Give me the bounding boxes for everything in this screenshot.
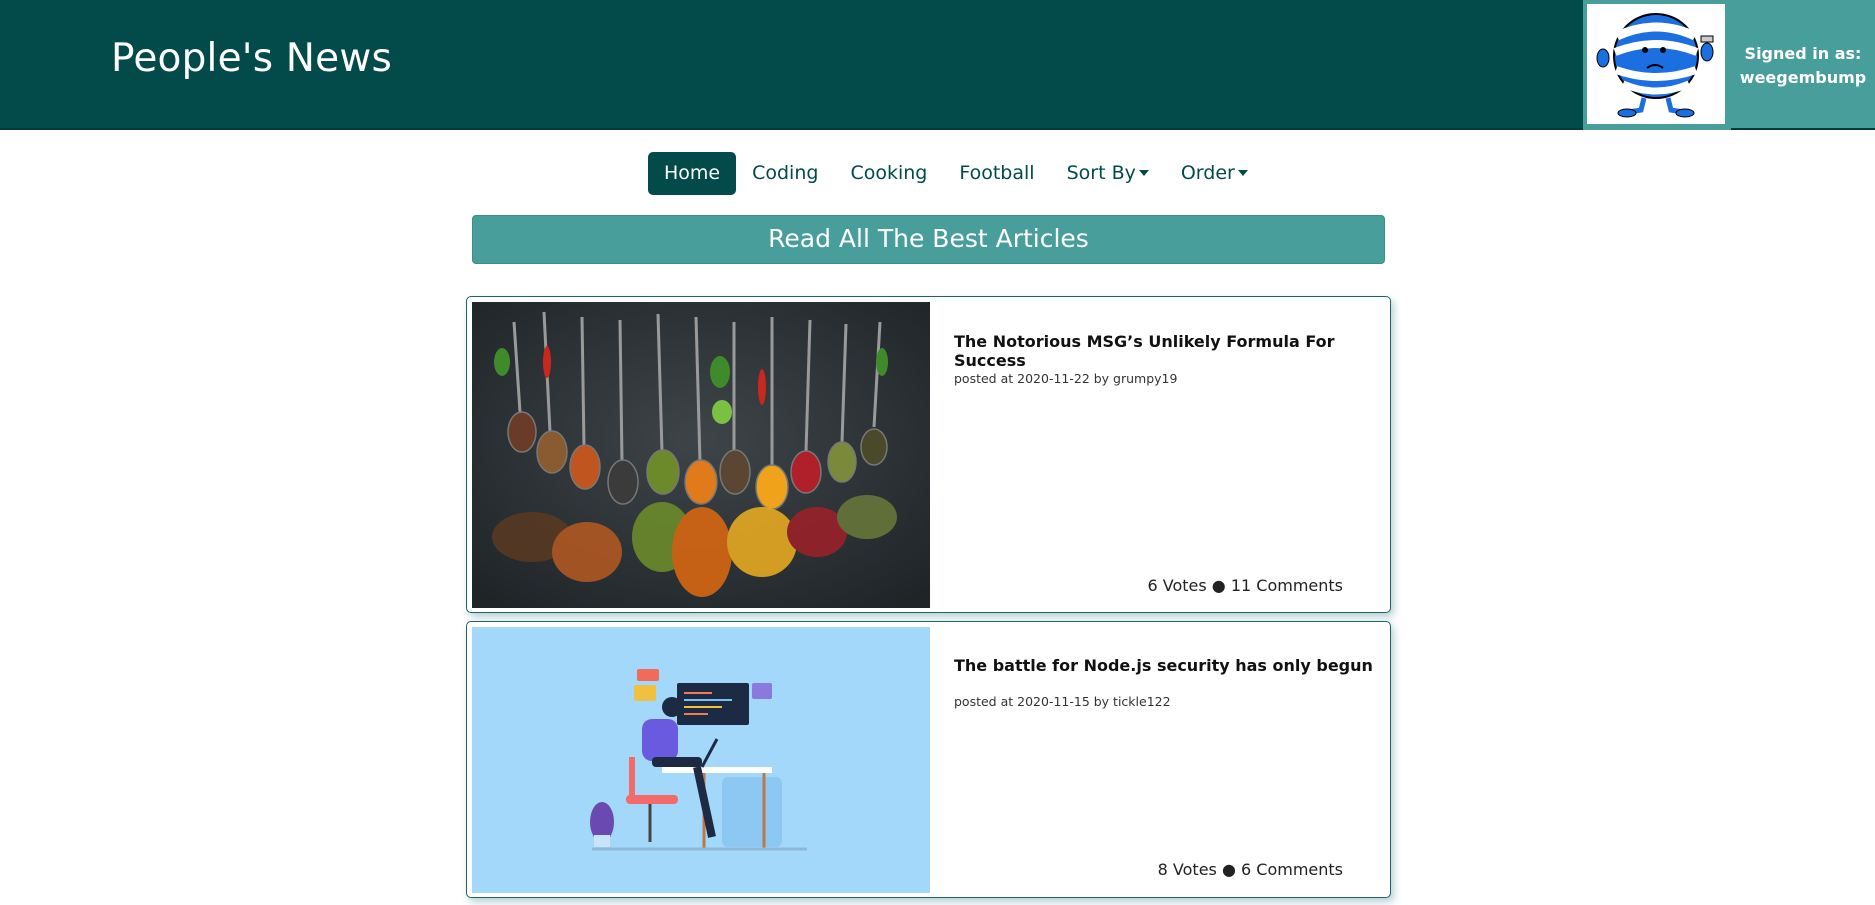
sort-by-dropdown[interactable]: Sort By [1051, 152, 1165, 195]
order-label: Order [1180, 162, 1235, 184]
user-avatar[interactable] [1587, 4, 1725, 124]
article-stats: 6 Votes ● 11 Comments [1147, 576, 1343, 595]
nav-football[interactable]: Football [943, 152, 1050, 195]
nav-home[interactable]: Home [648, 152, 737, 195]
signed-in-username[interactable]: weegembump [1731, 66, 1875, 90]
article-meta: posted at 2020-11-22 by grumpy19 [954, 371, 1178, 386]
article-stats: 8 Votes ● 6 Comments [1157, 860, 1343, 879]
order-dropdown[interactable]: Order [1165, 152, 1264, 195]
nav-cooking[interactable]: Cooking [834, 152, 943, 195]
article-image-spices[interactable] [472, 302, 930, 608]
sort-by-label: Sort By [1066, 162, 1136, 184]
signed-in-panel: Signed in as: weegembump [1731, 0, 1875, 128]
caret-down-icon [1138, 170, 1149, 176]
page-banner: Read All The Best Articles [472, 215, 1385, 264]
site-title[interactable]: People's News [111, 36, 392, 81]
topic-nav: Home Coding Cooking Football Sort By Ord… [648, 152, 1264, 195]
article-image-coding[interactable] [472, 627, 930, 893]
article-title[interactable]: The battle for Node.js security has only… [954, 656, 1373, 675]
article-card[interactable]: The Notorious MSG’s Unlikely Formula For… [466, 296, 1391, 613]
article-title[interactable]: The Notorious MSG’s Unlikely Formula For… [954, 332, 1390, 370]
user-avatar-frame[interactable] [1583, 0, 1731, 130]
article-meta: posted at 2020-11-15 by tickle122 [954, 694, 1171, 709]
signed-in-label: Signed in as: [1744, 44, 1862, 63]
article-card[interactable]: The battle for Node.js security has only… [466, 621, 1391, 898]
nav-coding[interactable]: Coding [736, 152, 834, 195]
caret-down-icon [1237, 170, 1248, 176]
